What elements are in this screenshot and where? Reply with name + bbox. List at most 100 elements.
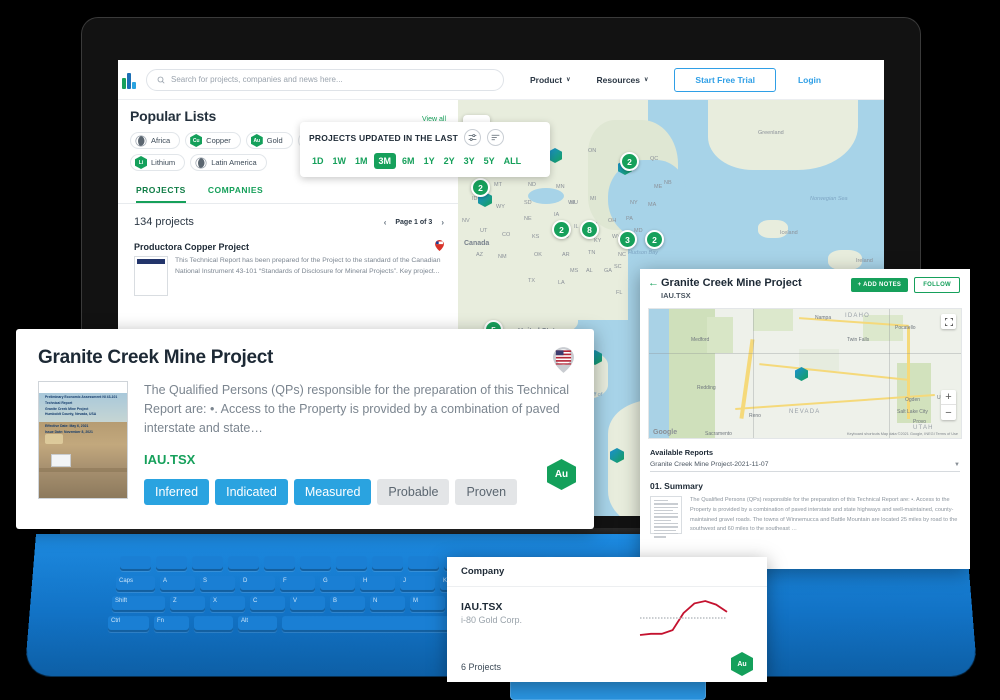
- keyboard-key: V: [289, 596, 326, 612]
- zoom-out-button[interactable]: −: [941, 405, 956, 420]
- map-cluster-marker[interactable]: 2: [471, 178, 490, 197]
- range-1y[interactable]: 1Y: [421, 154, 438, 168]
- chip-indicated[interactable]: Indicated: [215, 479, 288, 505]
- granite-creek-project-card[interactable]: Granite Creek Mine Project Preliminary E…: [16, 329, 594, 529]
- login-link[interactable]: Login: [798, 75, 821, 85]
- map-city-label: Salt Lake City: [897, 409, 928, 415]
- range-1m[interactable]: 1M: [352, 154, 371, 168]
- map-label: IL: [574, 224, 579, 230]
- detail-map[interactable]: IDAHO NEVADA UTAH Medford Redding Reno Sacram…: [648, 308, 962, 439]
- pager-label: Page 1 of 3: [395, 218, 433, 226]
- chip-probable[interactable]: Probable: [377, 479, 450, 505]
- company-card-header: Company: [447, 557, 767, 587]
- map-label: NY: [630, 200, 638, 206]
- range-3y[interactable]: 3Y: [461, 154, 478, 168]
- chevron-down-icon: ▼: [954, 461, 960, 468]
- map-cluster-marker[interactable]: 3: [618, 230, 637, 249]
- keyboard-key: [263, 556, 296, 571]
- start-free-trial-button[interactable]: Start Free Trial: [674, 67, 776, 92]
- chevron-down-icon: ∨: [644, 77, 649, 83]
- range-2y[interactable]: 2Y: [441, 154, 458, 168]
- nav-product[interactable]: Product ∨: [530, 75, 571, 85]
- keyboard-key: Z: [169, 596, 206, 612]
- map-cluster-marker[interactable]: 2: [552, 220, 571, 239]
- map-label: CO: [502, 232, 511, 238]
- project-name: Productora Copper Project: [134, 242, 250, 252]
- pager-next-button[interactable]: ›: [441, 218, 444, 227]
- range-6m[interactable]: 6M: [399, 154, 418, 168]
- follow-button[interactable]: FOLLOW: [914, 277, 960, 293]
- map-label: WI: [568, 200, 575, 206]
- pill-lithium[interactable]: Li Lithium: [130, 154, 186, 171]
- available-reports-section: Available Reports Granite Creek Mine Pro…: [640, 439, 970, 538]
- keyboard-key: H: [359, 576, 396, 592]
- map-city-label: Reno: [749, 413, 761, 419]
- pill-latin-america[interactable]: Latin America: [190, 154, 267, 171]
- map-label: ME: [654, 184, 663, 190]
- range-all[interactable]: ALL: [501, 154, 525, 168]
- pill-copper[interactable]: Cu Copper: [185, 132, 241, 149]
- map-label: ID: [472, 196, 478, 202]
- summary-doc-thumbnail: [650, 496, 682, 538]
- pill-gold[interactable]: Au Gold: [245, 132, 293, 149]
- map-state-label: NEVADA: [789, 409, 821, 415]
- company-projects-count: 6 Projects: [461, 662, 502, 672]
- pill-africa[interactable]: Africa: [130, 132, 181, 149]
- sort-icon[interactable]: [487, 129, 505, 146]
- chip-measured[interactable]: Measured: [293, 479, 372, 505]
- nav-resources[interactable]: Resources ∨: [597, 75, 649, 85]
- keyboard-key: N: [369, 596, 406, 612]
- chevron-down-icon: ∨: [566, 77, 571, 83]
- pager-prev-button[interactable]: ‹: [384, 218, 387, 227]
- project-body: This Technical Report has been prepared …: [134, 256, 444, 296]
- chip-proven[interactable]: Proven: [455, 479, 518, 505]
- range-1d[interactable]: 1D: [309, 154, 327, 168]
- map-label: PA: [626, 216, 633, 222]
- map-label: NM: [498, 254, 507, 260]
- range-1w[interactable]: 1W: [330, 154, 350, 168]
- results-count: 134 projects: [134, 216, 194, 228]
- add-notes-button[interactable]: + ADD NOTES: [850, 278, 909, 292]
- hex-icon: Au: [250, 134, 263, 147]
- search-input[interactable]: Search for projects, companies and news …: [146, 68, 504, 91]
- range-5y[interactable]: 5Y: [481, 154, 498, 168]
- report-select[interactable]: Granite Creek Mine Project-2021-11-07 ▼: [650, 461, 960, 472]
- globe-latam-icon: [195, 156, 207, 169]
- list-item[interactable]: Productora Copper Project This Technical…: [118, 238, 458, 296]
- tab-companies[interactable]: COMPANIES: [208, 185, 263, 203]
- chip-inferred[interactable]: Inferred: [144, 479, 210, 505]
- map-zoom-controls[interactable]: + −: [941, 390, 956, 420]
- map-label: MS: [570, 268, 579, 274]
- map-label: NE: [524, 216, 532, 222]
- range-3m[interactable]: 3M: [373, 153, 397, 169]
- map-label: AR: [562, 252, 570, 258]
- map-label: Norwegian Sea: [810, 196, 848, 202]
- granite-card-ticker[interactable]: IAU.TSX: [144, 452, 572, 467]
- map-state-label: IDAHO: [845, 313, 871, 319]
- map-city-label: Ogden: [905, 397, 921, 403]
- fullscreen-icon[interactable]: [941, 314, 956, 329]
- report-cover-thumbnail: Preliminary Economic Assessment NI 43-10…: [38, 381, 128, 499]
- map-cluster-marker[interactable]: 2: [620, 152, 639, 171]
- pill-label: Lithium: [151, 158, 176, 167]
- map-attribution: Keyboard shortcuts Map data ©2021 Google…: [847, 432, 958, 436]
- granite-card-description: The Qualified Persons (QPs) responsible …: [144, 383, 569, 435]
- keyboard-key: M: [409, 596, 446, 612]
- map-cluster-marker[interactable]: 2: [645, 230, 664, 249]
- zoom-in-button[interactable]: +: [941, 390, 956, 405]
- project-detail-panel[interactable]: ← Granite Creek Mine Project IAU.TSX + A…: [640, 269, 970, 569]
- map-label: AZ: [476, 252, 484, 258]
- logo-mark[interactable]: [122, 71, 138, 89]
- keyboard-key: Shift: [111, 596, 166, 612]
- map-cluster-marker[interactable]: 8: [580, 220, 599, 239]
- keyboard-key: X: [209, 596, 246, 612]
- hex-icon: Cu: [190, 134, 203, 147]
- arrow-left-icon[interactable]: ←: [648, 277, 659, 289]
- keyboard-key: [299, 556, 332, 571]
- filter-sliders-icon[interactable]: [464, 129, 482, 146]
- map-label: MA: [648, 202, 657, 208]
- company-card[interactable]: Company IAU.TSX i-80 Gold Corp. 6 Projec…: [447, 557, 767, 682]
- tab-projects[interactable]: PROJECTS: [136, 185, 186, 203]
- map-city-label: Sacramento: [705, 431, 732, 437]
- map-city-label: Provo: [913, 419, 927, 425]
